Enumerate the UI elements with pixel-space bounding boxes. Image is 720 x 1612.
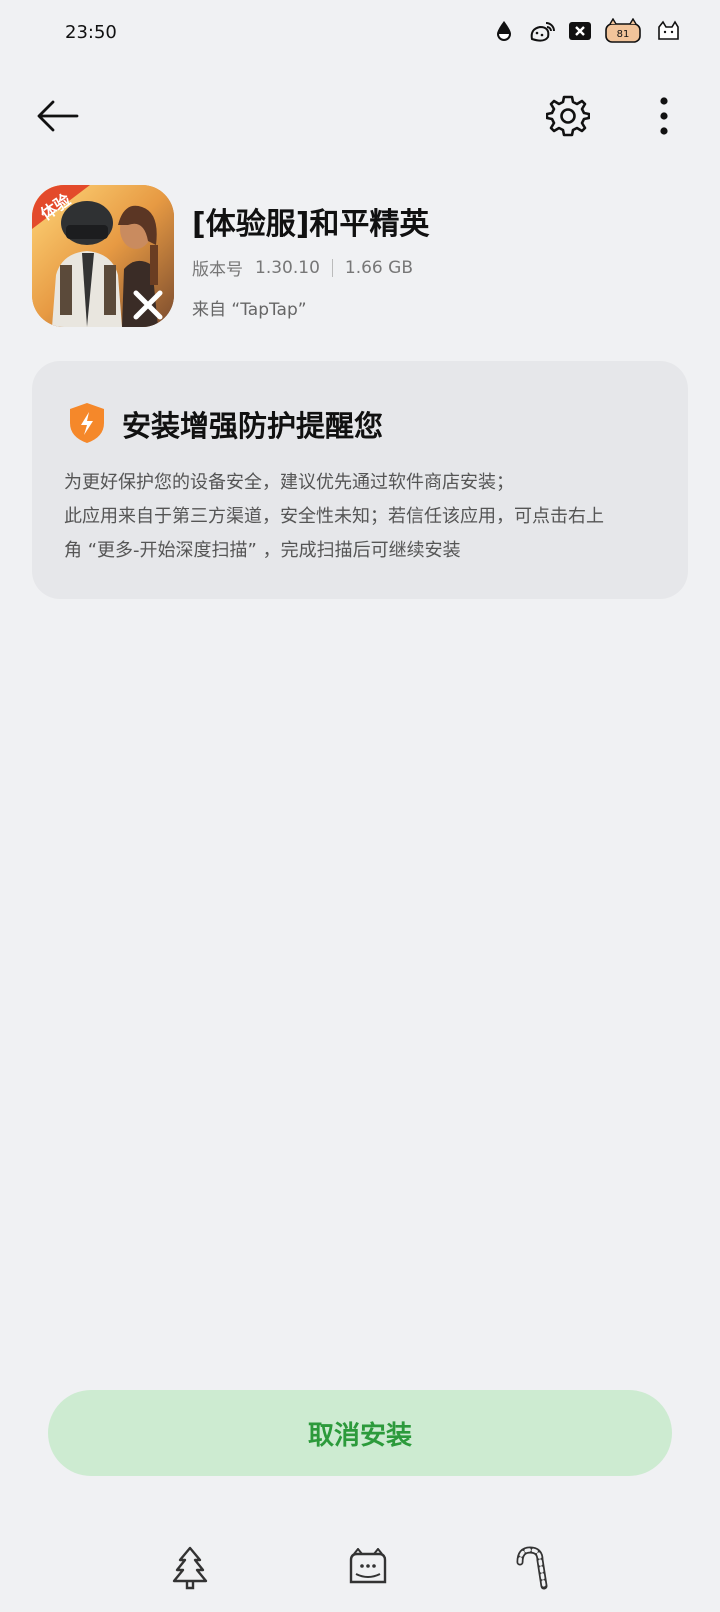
status-time: 23:50 — [65, 22, 117, 43]
app-source: 来自 “TapTap” — [192, 300, 307, 320]
warning-line: 为更好保护您的设备安全，建议优先通过软件商店安装； — [64, 472, 514, 493]
status-bar: 23:50 81 — [0, 0, 720, 66]
more-vert-icon — [660, 97, 668, 135]
cancel-install-button[interactable]: 取消安装 — [48, 1390, 672, 1476]
app-meta: 版本号 1.30.10 1.66 GB — [192, 255, 413, 281]
wifi-strawberry-icon — [528, 18, 556, 44]
status-icons: 81 — [490, 18, 682, 44]
close-box-icon — [566, 18, 594, 44]
nav-back-button[interactable] — [160, 1540, 220, 1596]
gear-icon — [546, 95, 590, 137]
tree-icon — [172, 1546, 208, 1590]
water-drop-icon — [490, 18, 518, 44]
app-info: 体验 [体验服]和平精英 版本号 1.30.10 1.66 GB 来自 “Tap… — [32, 185, 692, 330]
version-value: 1.30.10 — [255, 257, 320, 278]
shield-icon — [70, 403, 104, 443]
cat-icon — [654, 18, 682, 44]
candy-cane-icon — [516, 1546, 548, 1590]
back-arrow-icon — [37, 100, 79, 132]
warning-line: 此应用来自于第三方渠道，安全性未知；若信任该应用，可点击右上 — [64, 506, 604, 527]
top-app-bar — [0, 80, 720, 152]
battery-icon: 81 — [604, 18, 644, 44]
nav-recents-button[interactable] — [500, 1540, 560, 1596]
security-warning-card: 安装增强防护提醒您 为更好保护您的设备安全，建议优先通过软件商店安装； 此应用来… — [32, 361, 688, 599]
app-name: [体验服]和平精英 — [192, 207, 430, 242]
warning-title: 安装增强防护提醒您 — [122, 409, 384, 443]
version-label: 版本号 — [192, 260, 243, 280]
back-button[interactable] — [30, 92, 84, 140]
app-icon: 体验 — [32, 185, 174, 327]
nav-home-button[interactable] — [338, 1540, 398, 1596]
more-options-button[interactable] — [640, 90, 688, 142]
warning-body: 为更好保护您的设备安全，建议优先通过软件商店安装； 此应用来自于第三方渠道，安全… — [64, 466, 664, 568]
navigation-bar — [0, 1540, 720, 1600]
meta-divider — [331, 258, 333, 277]
app-size: 1.66 GB — [344, 257, 413, 278]
settings-button[interactable] — [540, 90, 596, 142]
cat-home-icon — [349, 1548, 387, 1584]
battery-level: 81 — [617, 29, 630, 40]
warning-line: 角 “更多-开始深度扫描” ，完成扫描后可继续安装 — [64, 540, 461, 561]
